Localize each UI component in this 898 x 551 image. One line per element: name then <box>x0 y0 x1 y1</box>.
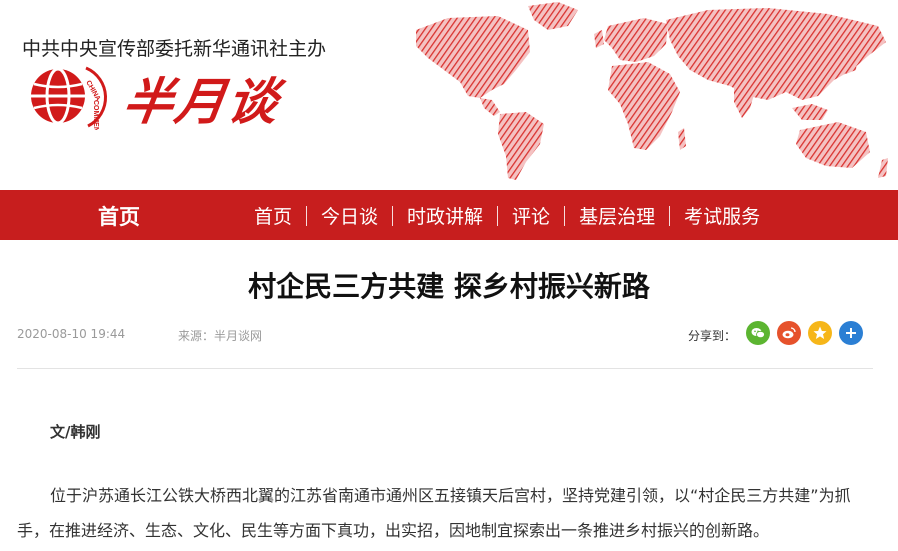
nav-item-comment[interactable]: 评论 <box>498 202 564 229</box>
nav-item-politics[interactable]: 时政讲解 <box>393 202 497 229</box>
nav-separator <box>564 205 566 226</box>
nav-item-grassroots[interactable]: 基层治理 <box>565 202 669 229</box>
globe-logo-icon: CHINA COMMENT <box>31 66 107 130</box>
share-more-button[interactable] <box>839 321 863 345</box>
qzone-icon <box>813 326 827 339</box>
svg-text:COMMENT: COMMENT <box>92 100 99 130</box>
nav-separator <box>392 205 394 226</box>
nav-separator <box>497 205 499 226</box>
article-divider <box>17 368 873 369</box>
more-plus-icon <box>846 328 856 338</box>
site-logo[interactable]: CHINA COMMENT 半月谈 <box>24 60 324 131</box>
nav-separator <box>306 205 308 226</box>
share-qzone-button[interactable] <box>808 321 832 345</box>
article-title: 村企民三方共建 探乡村振兴新路 <box>248 270 650 303</box>
article-source: 来源：半月谈网 <box>178 329 263 343</box>
logo-wordmark: 半月谈 <box>119 73 284 131</box>
weibo-icon <box>782 327 796 339</box>
wechat-icon <box>751 328 765 339</box>
nav-item-today[interactable]: 今日谈 <box>307 202 392 229</box>
world-map-graphic <box>416 2 888 180</box>
share-wechat-button[interactable] <box>746 321 770 345</box>
article-author: 文/韩刚 <box>50 423 101 441</box>
nav-separator <box>669 205 671 226</box>
site-header: 中共中央宣传部委托新华通讯社主办 CHINA COMMENT 半月谈 <box>0 0 898 190</box>
share-weibo-button[interactable] <box>777 321 801 345</box>
main-nav: 首页 首页 今日谈 时政讲解 评论 基层治理 考试服务 <box>0 190 898 240</box>
share-label: 分享到： <box>688 329 737 343</box>
article-date: 2020-08-10 19:44 <box>17 327 126 341</box>
nav-current-page[interactable]: 首页 <box>98 201 140 231</box>
sponsor-text: 中共中央宣传部委托新华通讯社主办 <box>22 38 327 60</box>
article-paragraph: 位于沪苏通长江公铁大桥西北翼的江苏省南通市通州区五接镇天后宫村，坚持党建引领，以… <box>17 486 851 540</box>
nav-item-exam[interactable]: 考试服务 <box>670 202 774 229</box>
svg-text:CHINA: CHINA <box>84 80 101 103</box>
nav-item-home[interactable]: 首页 <box>240 202 306 229</box>
nav-menu: 首页 今日谈 时政讲解 评论 基层治理 考试服务 <box>240 202 774 229</box>
